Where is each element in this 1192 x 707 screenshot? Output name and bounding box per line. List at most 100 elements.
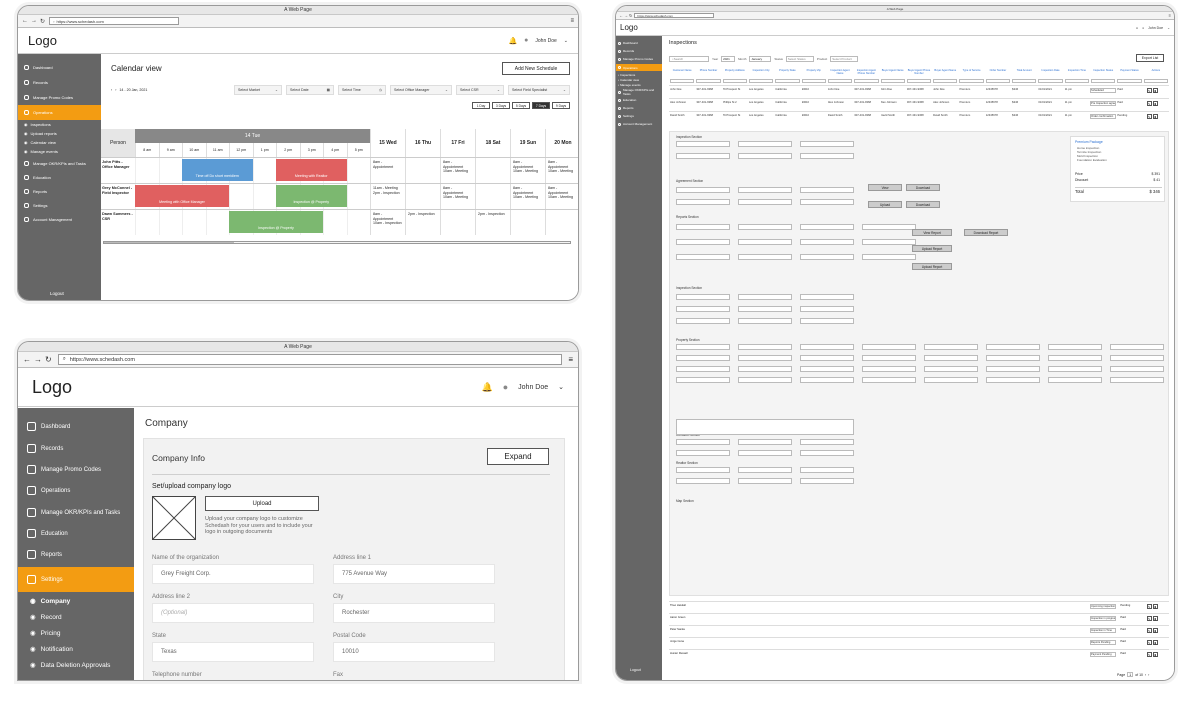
col-filter-input[interactable]	[985, 79, 1011, 83]
col-header[interactable]: Payment Status	[1116, 69, 1142, 72]
col-header[interactable]: Order Number	[985, 69, 1011, 72]
detail-field[interactable]	[800, 141, 854, 147]
detail-field[interactable]	[676, 224, 730, 230]
delete-icon[interactable]: ▮	[1152, 640, 1158, 645]
detail-field[interactable]	[676, 306, 730, 312]
detail-field[interactable]	[924, 344, 978, 350]
day-cell[interactable]: 8am - Appointment 10am - Meeting	[510, 184, 545, 209]
view-tab-3-days[interactable]: 3 Days	[492, 102, 510, 109]
detail-field[interactable]	[676, 318, 730, 324]
delete-icon[interactable]: ▮	[1152, 652, 1158, 657]
logout-link[interactable]: Logout	[630, 668, 641, 672]
edit-icon[interactable]: ✎	[1146, 114, 1152, 119]
day-cell[interactable]: 8am - Appointment 10am - Meeting	[545, 184, 578, 209]
chevron-right-icon[interactable]: ›	[115, 88, 116, 92]
hour-cell[interactable]	[135, 158, 159, 183]
col-header[interactable]: Property Address	[722, 69, 748, 72]
detail-field[interactable]	[800, 318, 854, 324]
day-cell[interactable]: 2pm - Inspection	[405, 210, 440, 235]
detail-field[interactable]	[924, 377, 978, 383]
col-filter-input[interactable]	[1091, 79, 1116, 83]
col-header[interactable]: Inspection Time	[1064, 69, 1090, 72]
hour-cell[interactable]	[346, 210, 371, 235]
expand-button[interactable]: Expand	[487, 448, 549, 465]
detail-field[interactable]	[738, 344, 792, 350]
detail-field[interactable]	[986, 377, 1040, 383]
field-input-city[interactable]: Rochester	[333, 603, 495, 623]
day-cell[interactable]: 8am - Appointment 10am - Meeting	[545, 158, 578, 183]
view-tab-1-day[interactable]: 1 Day	[472, 102, 490, 109]
event-block[interactable]: Meeting with Realtor	[276, 159, 347, 181]
day-cell[interactable]: 2pm - Inspection	[475, 210, 510, 235]
detail-field[interactable]	[1110, 355, 1164, 361]
sidebar-item-manage-okr-kpis-and-tasks[interactable]: Manage OKR/KPIs and Tasks	[616, 88, 662, 96]
detail-field[interactable]	[800, 450, 854, 456]
day-cell[interactable]	[440, 210, 475, 235]
col-header[interactable]: Inspection Agent Name	[827, 69, 853, 75]
edit-icon[interactable]: ✎	[1146, 88, 1152, 93]
hour-cell[interactable]	[252, 184, 277, 209]
detail-field[interactable]	[1048, 366, 1102, 372]
cell-status[interactable]: Pre Inspection agreement	[1090, 101, 1117, 106]
cell-status[interactable]: Reports Pending	[1090, 640, 1117, 645]
bell-icon[interactable]: 🔔	[482, 382, 493, 393]
hour-cell[interactable]	[323, 210, 347, 235]
subnav-data-deletion-approvals[interactable]: ◉ Data Deletion Approvals	[18, 660, 110, 670]
date-range[interactable]: ‹ › 14 - 20 Jan, 2021	[111, 88, 230, 92]
cell-status[interactable]: Inspection in Time	[1090, 628, 1117, 633]
detail-field[interactable]	[676, 153, 730, 159]
detail-field[interactable]	[924, 355, 978, 361]
menu-icon[interactable]: ≡	[570, 18, 574, 24]
detail-field[interactable]	[738, 318, 792, 324]
view-tab-5-days[interactable]: 5 Days	[512, 102, 530, 109]
col-header[interactable]: Inspection Date	[1037, 69, 1063, 72]
sidebar-item-education[interactable]: Education	[18, 170, 101, 184]
cell-status[interactable]: Payment Pending	[1090, 652, 1117, 657]
action-button-download-report[interactable]: Download Report	[964, 229, 1008, 236]
detail-field[interactable]	[1048, 344, 1102, 350]
product-select[interactable]: Select Product	[830, 56, 859, 62]
sidebar-item-reports[interactable]: Reports	[18, 184, 101, 198]
field-input-state[interactable]: Texas	[152, 642, 314, 662]
edit-icon[interactable]: ✎	[1146, 101, 1152, 106]
detail-field[interactable]	[986, 344, 1040, 350]
detail-field[interactable]	[738, 355, 792, 361]
detail-field[interactable]	[738, 187, 792, 193]
field-input-address-line-2[interactable]: (Optional)	[152, 603, 314, 623]
col-header[interactable]: Buyer Agent Name	[932, 69, 958, 72]
nav-buttons[interactable]: ← → ↻	[619, 13, 632, 18]
event-block[interactable]: Meeting with Office Manager	[135, 185, 229, 207]
sidebar-item-settings[interactable]: Settings	[18, 198, 101, 212]
day-cell[interactable]	[545, 210, 578, 235]
nav-buttons[interactable]: ← → ↻	[22, 18, 45, 25]
col-filter-input[interactable]	[880, 79, 905, 83]
detail-field[interactable]	[800, 254, 854, 260]
back-icon[interactable]: ←	[619, 13, 623, 18]
detail-field[interactable]	[676, 294, 730, 300]
detail-field[interactable]	[676, 439, 730, 445]
sidebar-item-manage-promo-codes[interactable]: Manage Promo Codes	[18, 461, 134, 478]
cell-status[interactable]: Upcoming inspection	[1090, 604, 1117, 609]
subnav-company[interactable]: ◉ Company	[18, 596, 70, 606]
edit-icon[interactable]: ✎	[1146, 616, 1152, 621]
subnav-manage-events[interactable]: ◉ Manage events	[18, 147, 101, 156]
col-header[interactable]: Property Zip	[801, 69, 827, 72]
detail-field[interactable]	[738, 199, 792, 205]
detail-field[interactable]	[676, 344, 730, 350]
col-filter-input[interactable]	[801, 79, 826, 83]
day-cell[interactable]: 8am - Appointment 10am - Meeting	[440, 158, 475, 183]
back-icon[interactable]: ←	[22, 18, 28, 25]
comments-textarea[interactable]	[676, 419, 854, 435]
sidebar-item-account-management[interactable]: Account Management	[18, 212, 101, 226]
sidebar-item-manage-okr-kpis-and-tasks[interactable]: Manage OKR/KPIs and Tasks	[18, 504, 134, 521]
col-filter-input[interactable]	[722, 79, 747, 83]
detail-field[interactable]	[924, 366, 978, 372]
col-header[interactable]: Inspection Agent Phone Number	[853, 69, 879, 75]
export-list-button[interactable]: Export List	[1136, 54, 1164, 62]
hour-cell[interactable]	[135, 210, 159, 235]
detail-field[interactable]	[800, 306, 854, 312]
col-filter-input[interactable]	[1064, 79, 1090, 83]
col-filter-input[interactable]	[854, 79, 879, 83]
filter-select-time[interactable]: Select Time ◷	[338, 85, 386, 95]
detail-field[interactable]	[986, 355, 1040, 361]
